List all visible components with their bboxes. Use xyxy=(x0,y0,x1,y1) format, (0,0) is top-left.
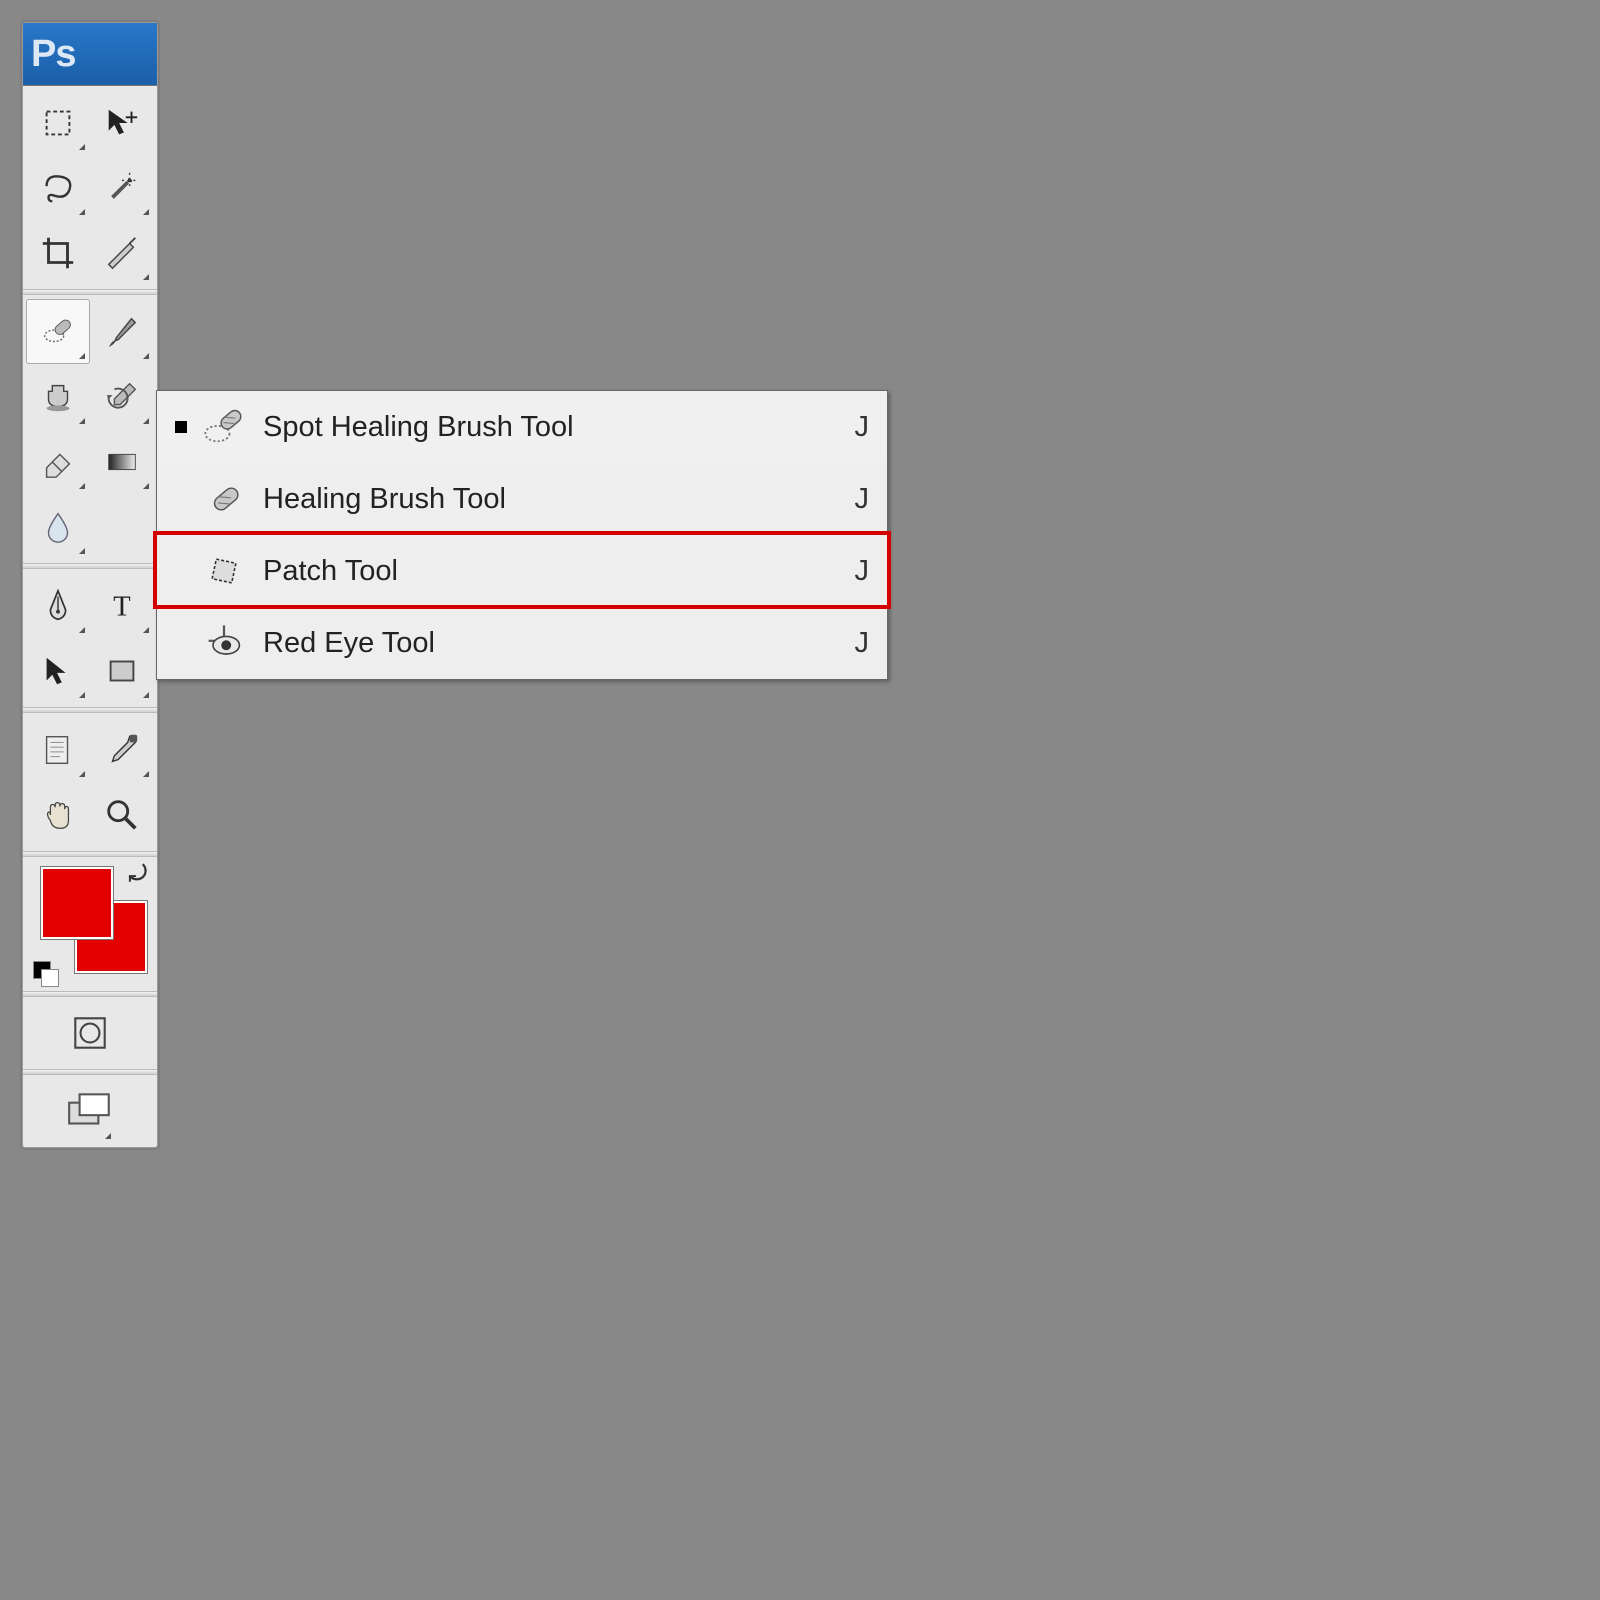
quick-mask-mode-toggle[interactable] xyxy=(68,1001,112,1066)
flyout-indicator xyxy=(79,548,85,554)
flyout-indicator xyxy=(79,353,85,359)
red-eye-icon xyxy=(201,620,247,666)
current-tool-marker xyxy=(175,421,187,433)
patch-icon xyxy=(201,548,247,594)
flyout-indicator xyxy=(143,418,149,424)
slice-tool[interactable] xyxy=(90,220,154,285)
toolbox-panel: Ps xyxy=(22,22,158,1148)
flyout-indicator xyxy=(143,692,149,698)
flyout-indicator xyxy=(79,418,85,424)
spot-healing-brush-tool[interactable] xyxy=(26,299,90,364)
type-tool[interactable]: T xyxy=(90,573,154,638)
healing-brush-icon xyxy=(201,476,247,522)
tool-group-nav xyxy=(23,713,157,851)
eyedropper-tool[interactable] xyxy=(90,717,154,782)
zoom-tool[interactable] xyxy=(90,782,154,847)
lasso-tool[interactable] xyxy=(26,155,90,220)
flyout-indicator xyxy=(79,627,85,633)
eraser-tool[interactable] xyxy=(26,429,90,494)
spot-healing-brush-icon xyxy=(201,404,247,450)
swap-colors-icon[interactable]: ⤾ xyxy=(129,861,147,887)
hand-tool[interactable] xyxy=(26,782,90,847)
path-selection-tool[interactable] xyxy=(26,638,90,703)
ps-logo: Ps xyxy=(31,33,75,76)
tool-group-vector: T xyxy=(23,569,157,707)
history-brush-tool[interactable] xyxy=(90,364,154,429)
healing-tool-flyout: Spot Healing Brush Tool J Healing Brush … xyxy=(156,390,888,680)
flyout-label: Red Eye Tool xyxy=(263,627,839,660)
flyout-indicator xyxy=(105,1133,111,1139)
flyout-label: Patch Tool xyxy=(263,555,839,588)
flyout-item-red-eye[interactable]: Red Eye Tool J xyxy=(157,607,887,679)
flyout-indicator xyxy=(79,209,85,215)
notes-tool[interactable] xyxy=(26,717,90,782)
tool-group-retouch xyxy=(23,295,157,563)
flyout-item-healing-brush[interactable]: Healing Brush Tool J xyxy=(157,463,887,535)
foreground-color-swatch[interactable] xyxy=(41,867,113,939)
flyout-indicator xyxy=(143,771,149,777)
flyout-indicator xyxy=(143,353,149,359)
flyout-shortcut: J xyxy=(839,555,869,588)
flyout-indicator xyxy=(143,274,149,280)
toolbox-title-bar[interactable]: Ps xyxy=(23,23,157,86)
clone-stamp-tool[interactable] xyxy=(26,364,90,429)
flyout-item-patch[interactable]: Patch Tool J xyxy=(157,535,887,607)
flyout-label: Spot Healing Brush Tool xyxy=(263,411,839,444)
brush-tool[interactable] xyxy=(90,299,154,364)
flyout-shortcut: J xyxy=(839,483,869,516)
empty-cell xyxy=(90,494,154,559)
crop-tool[interactable] xyxy=(26,220,90,285)
flyout-indicator xyxy=(79,771,85,777)
gradient-tool[interactable] xyxy=(90,429,154,494)
flyout-indicator xyxy=(79,483,85,489)
screen-mode-toggle[interactable] xyxy=(64,1079,116,1144)
flyout-indicator xyxy=(143,483,149,489)
rectangle-shape-tool[interactable] xyxy=(90,638,154,703)
color-swatches: ⤾ xyxy=(27,859,153,989)
marquee-tool[interactable] xyxy=(26,90,90,155)
flyout-indicator xyxy=(79,692,85,698)
flyout-shortcut: J xyxy=(839,627,869,660)
blur-tool[interactable] xyxy=(26,494,90,559)
flyout-indicator xyxy=(143,209,149,215)
separator xyxy=(23,851,157,857)
pen-tool[interactable] xyxy=(26,573,90,638)
default-colors-icon[interactable] xyxy=(33,961,59,987)
flyout-item-spot-healing-brush[interactable]: Spot Healing Brush Tool J xyxy=(157,391,887,463)
flyout-indicator xyxy=(143,627,149,633)
tool-group-selection xyxy=(23,86,157,289)
move-tool[interactable] xyxy=(90,90,154,155)
flyout-indicator xyxy=(79,144,85,150)
svg-text:T: T xyxy=(113,591,130,622)
magic-wand-tool[interactable] xyxy=(90,155,154,220)
flyout-shortcut: J xyxy=(839,411,869,444)
flyout-label: Healing Brush Tool xyxy=(263,483,839,516)
